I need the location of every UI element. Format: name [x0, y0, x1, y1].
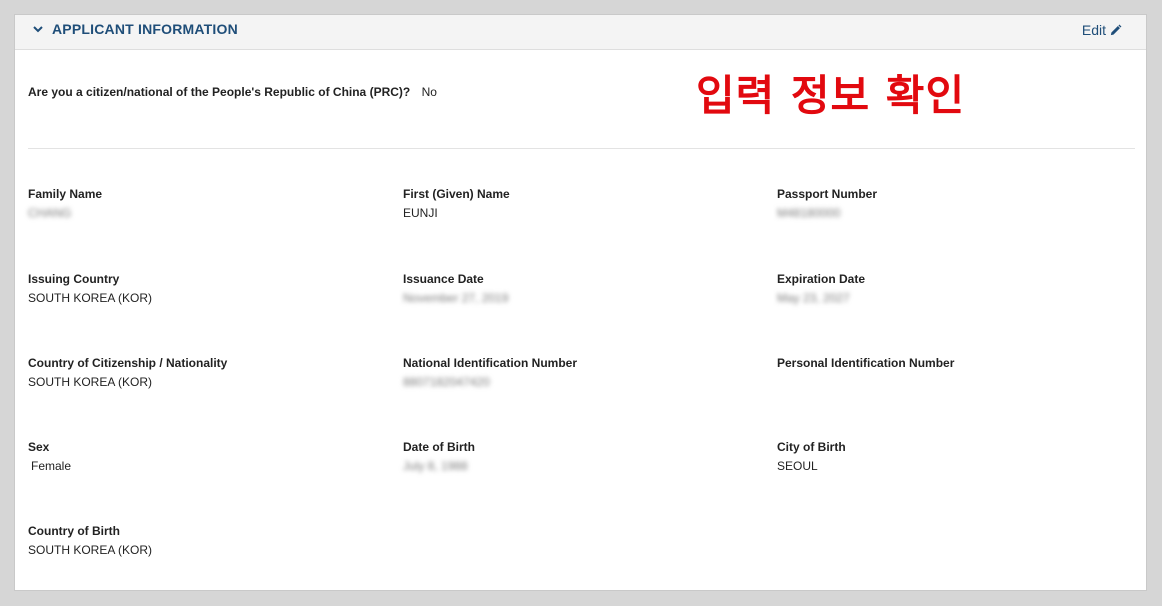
divider: [28, 148, 1135, 149]
field-value: July 8, 1988: [403, 459, 468, 473]
field-country-of-birth: Country of Birth SOUTH KOREA (KOR): [28, 524, 152, 558]
annotation-text: 입력 정보 확인: [696, 71, 966, 120]
field-value: 8807182047420: [403, 375, 490, 389]
prc-answer: No: [421, 85, 437, 99]
field-label: Passport Number: [777, 187, 878, 201]
field-label: Sex: [28, 440, 50, 454]
field-sex: Sex Female: [28, 440, 71, 474]
field-label: Country of Birth: [28, 524, 120, 538]
field-label: National Identification Number: [403, 356, 578, 370]
field-label: First (Given) Name: [403, 187, 510, 201]
field-date-of-birth: Date of Birth July 8, 1988: [403, 440, 475, 474]
field-label: Date of Birth: [403, 440, 475, 454]
chevron-down-icon[interactable]: [32, 23, 44, 35]
field-value: SOUTH KOREA (KOR): [28, 543, 153, 557]
field-label: Issuing Country: [28, 272, 120, 286]
field-label: Personal Identification Number: [777, 356, 955, 370]
field-label: Family Name: [28, 187, 103, 201]
field-label: City of Birth: [777, 440, 846, 454]
field-personal-id: Personal Identification Number: [777, 356, 954, 375]
field-value: May 23, 2027: [777, 291, 850, 305]
field-first-name: First (Given) Name EUNJI: [403, 187, 510, 221]
applicant-information-panel: APPLICANT INFORMATION Edit Are you a cit…: [14, 14, 1147, 591]
field-label: Expiration Date: [777, 272, 866, 286]
field-value: M48180000: [777, 206, 841, 220]
field-passport-number: Passport Number M48180000: [777, 187, 877, 221]
prc-question: Are you a citizen/national of the People…: [28, 85, 411, 99]
edit-label[interactable]: Edit: [1082, 22, 1106, 38]
section-title[interactable]: APPLICANT INFORMATION: [52, 21, 238, 37]
field-value: SOUTH KOREA (KOR): [28, 375, 153, 389]
field-issuing-country: Issuing Country SOUTH KOREA (KOR): [28, 272, 152, 306]
field-value: SEOUL: [777, 459, 818, 473]
prc-citizenship-row: Are you a citizen/national of the People…: [28, 85, 437, 99]
field-city-of-birth: City of Birth SEOUL: [777, 440, 846, 474]
field-value: Female: [31, 459, 72, 473]
field-citizenship: Country of Citizenship / Nationality SOU…: [28, 356, 227, 390]
field-label: Country of Citizenship / Nationality: [28, 356, 228, 370]
field-value: SOUTH KOREA (KOR): [28, 291, 153, 305]
field-value: EUNJI: [403, 206, 438, 220]
field-expiration-date: Expiration Date May 23, 2027: [777, 272, 865, 306]
panel-header[interactable]: APPLICANT INFORMATION Edit: [15, 15, 1146, 50]
field-family-name: Family Name CHANG: [28, 187, 102, 221]
field-national-id: National Identification Number 880718204…: [403, 356, 577, 390]
field-issuance-date: Issuance Date November 27, 2019: [403, 272, 508, 306]
edit-button[interactable]: Edit: [1082, 22, 1122, 38]
field-value: November 27, 2019: [403, 291, 509, 305]
field-label: Issuance Date: [403, 272, 484, 286]
pencil-icon[interactable]: [1109, 24, 1122, 37]
field-value: CHANG: [28, 206, 72, 220]
